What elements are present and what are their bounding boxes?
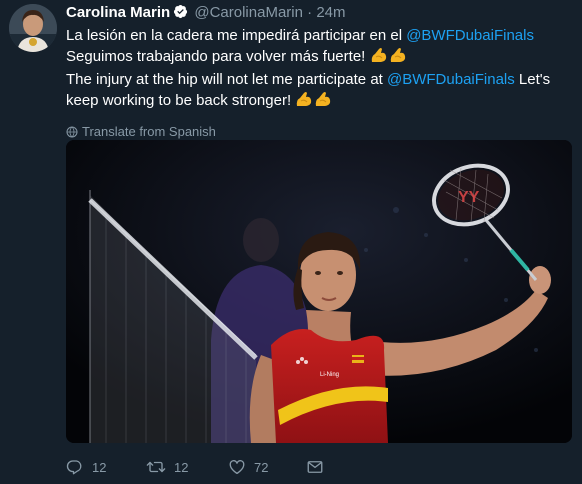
tweet-photo[interactable]: YY Li-Ning	[66, 140, 572, 443]
tweet-actions: 12 12 72	[66, 456, 366, 480]
reply-button[interactable]: 12	[66, 456, 106, 480]
retweet-icon	[146, 461, 166, 473]
like-button[interactable]: 72	[228, 456, 268, 480]
direct-message-button[interactable]	[306, 456, 324, 480]
like-count: 72	[254, 460, 269, 475]
tweet-text-english: The injury at the hip will not let me pa…	[66, 70, 576, 114]
avatar[interactable]	[9, 4, 57, 52]
header-separator: ·	[307, 4, 313, 21]
text-segment: The injury at the hip will not let me pa…	[66, 71, 387, 88]
translate-label: Translate from Spanish	[82, 124, 216, 139]
avatar-image	[9, 4, 57, 52]
retweet-count: 12	[174, 460, 189, 475]
retweet-button[interactable]: 12	[146, 456, 188, 480]
heart-icon	[229, 460, 245, 475]
tweet-text-spanish: La lesión en la cadera me impedirá parti…	[66, 26, 576, 70]
tweet[interactable]: Carolina Marin @CarolinaMarin · 24m La l…	[0, 0, 582, 484]
verified-badge-icon	[173, 2, 188, 28]
author-handle[interactable]: @CarolinaMarin	[194, 4, 303, 21]
mention-link[interactable]: @BWFDubaiFinals	[387, 71, 515, 88]
timestamp[interactable]: 24m	[316, 4, 345, 21]
tweet-text: La lesión en la cadera me impedirá parti…	[66, 26, 576, 114]
globe-icon	[66, 126, 78, 138]
tweet-header: Carolina Marin @CarolinaMarin · 24m	[66, 0, 576, 26]
text-segment: Seguimos trabajando para volver más fuer…	[66, 48, 370, 65]
text-segment: La lesión en la cadera me impedirá parti…	[66, 27, 407, 44]
envelope-icon	[307, 461, 323, 473]
svg-text:YY: YY	[458, 189, 480, 206]
reply-count: 12	[92, 460, 107, 475]
flexed-biceps-emoji	[370, 46, 408, 70]
badminton-player-photo: YY Li-Ning	[66, 140, 572, 443]
reply-icon	[66, 460, 82, 475]
translate-link[interactable]: Translate from Spanish	[66, 122, 576, 142]
flexed-biceps-emoji	[295, 90, 333, 114]
mention-link[interactable]: @BWFDubaiFinals	[406, 27, 534, 44]
author-name[interactable]: Carolina Marin	[66, 4, 170, 21]
svg-text:Li-Ning: Li-Ning	[320, 372, 339, 378]
